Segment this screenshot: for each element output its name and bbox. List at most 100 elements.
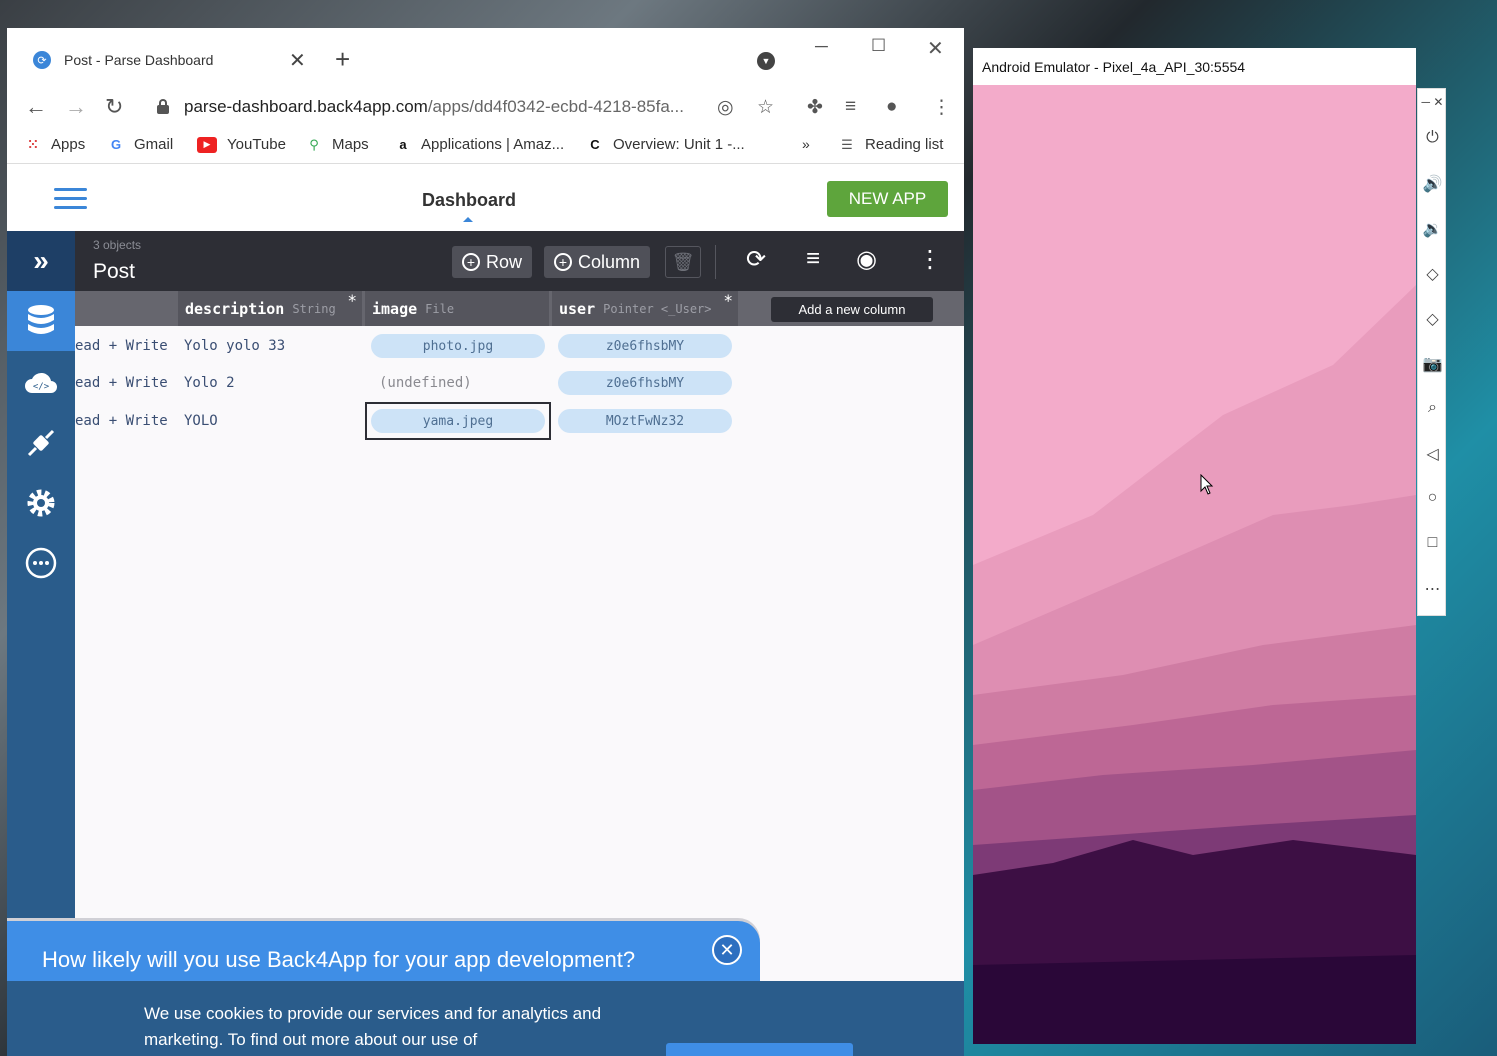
database-icon[interactable] xyxy=(7,291,75,351)
image-cell-selected[interactable]: yama.jpeg xyxy=(365,402,551,440)
more-dots-icon[interactable]: ⋯ xyxy=(1418,579,1447,599)
extensions-icon[interactable]: ✤ xyxy=(807,96,823,119)
toolbar-divider xyxy=(715,245,716,279)
add-new-column-button[interactable]: Add a new column xyxy=(771,297,933,322)
pointer-pill[interactable]: z0e6fhsbMY xyxy=(558,334,732,358)
pointer-pill[interactable]: MOztFwNz32 xyxy=(558,409,732,433)
page-title[interactable]: Dashboard xyxy=(422,190,516,211)
svg-text:</>: </> xyxy=(33,382,50,392)
overview-square-icon[interactable]: □ xyxy=(1418,534,1447,552)
volume-up-icon[interactable]: 🔊 xyxy=(1418,174,1447,194)
survey-banner: How likely will you use Back4App for you… xyxy=(7,921,760,981)
profile-avatar-icon[interactable]: ● xyxy=(886,96,897,118)
tab-strip: ⟳ Post - Parse Dashboard ✕ + ▼ ─ ☐ ✕ xyxy=(7,28,964,90)
emu-minimize-icon[interactable]: ─ ✕ xyxy=(1418,95,1447,109)
user-cell[interactable]: MOztFwNz32 xyxy=(558,402,738,440)
table-row: ead + Write Yolo yolo 33 photo.jpg z0e6f… xyxy=(75,327,964,365)
emulator-title: Android Emulator - Pixel_4a_API_30:5554 xyxy=(973,48,1416,85)
home-circle-icon[interactable]: ○ xyxy=(1418,489,1447,507)
settings-gear-icon[interactable] xyxy=(7,473,75,533)
hamburger-menu-icon[interactable] xyxy=(54,188,87,210)
bookmark-youtube[interactable]: ▶ YouTube xyxy=(197,136,286,153)
description-cell[interactable]: Yolo yolo 33 xyxy=(184,327,364,365)
filter-icon[interactable]: ≡ xyxy=(806,245,820,273)
table-row: ead + Write Yolo 2 (undefined) z0e6fhsbM… xyxy=(75,364,964,402)
bookmark-star-icon[interactable]: ☆ xyxy=(757,96,774,119)
more-options-icon[interactable] xyxy=(7,533,75,593)
rotate-right-icon[interactable]: ◇ xyxy=(1418,309,1447,329)
browser-window: ⟳ Post - Parse Dashboard ✕ + ▼ ─ ☐ ✕ ← →… xyxy=(7,28,964,1056)
emulator-screen[interactable] xyxy=(973,85,1416,1044)
reload-icon[interactable]: ↻ xyxy=(105,94,123,120)
browser-toolbar: 3 objects Post + Row + Column 🗑 ⟳ ≡ ◉ ⋮ xyxy=(75,231,964,291)
app-header: Dashboard NEW APP xyxy=(7,166,964,231)
cookie-text: We use cookies to provide our services a… xyxy=(144,1004,602,1049)
new-app-button[interactable]: NEW APP xyxy=(827,181,948,217)
class-name: Post xyxy=(93,260,136,283)
expand-sidebar-icon[interactable]: » xyxy=(7,231,75,291)
user-cell[interactable]: z0e6fhsbMY xyxy=(558,364,738,402)
wallpaper xyxy=(973,85,1416,1044)
bookmark-gmail[interactable]: G Gmail xyxy=(108,136,173,153)
column-header-user[interactable]: user Pointer <_User> * xyxy=(552,291,738,326)
apps-grid-icon: ⁙ xyxy=(27,136,39,152)
url-field[interactable]: parse-dashboard.back4app.com/apps/dd4f03… xyxy=(184,97,704,117)
bookmark-apps[interactable]: ⁙ Apps xyxy=(25,136,86,153)
power-icon[interactable]: ⏻ xyxy=(1418,129,1447,147)
acl-cell[interactable]: ead + Write xyxy=(75,364,175,402)
forward-icon[interactable]: → xyxy=(65,94,87,120)
back-icon[interactable]: ← xyxy=(25,94,47,120)
zoom-icon[interactable]: ⌕ xyxy=(1418,399,1447,417)
youtube-icon: ▶ xyxy=(197,136,217,153)
bookmark-overview[interactable]: C Overview: Unit 1 -... xyxy=(587,136,744,153)
image-cell[interactable]: photo.jpg xyxy=(371,327,551,365)
pointer-pill[interactable]: z0e6fhsbMY xyxy=(558,371,732,395)
back-triangle-icon[interactable]: ◁ xyxy=(1418,444,1447,464)
media-control-icon[interactable]: ≡ xyxy=(845,96,856,118)
plus-icon: + xyxy=(554,253,572,271)
more-menu-icon[interactable]: ⋮ xyxy=(918,245,942,274)
reading-list[interactable]: ☰ Reading list xyxy=(839,136,943,153)
grid-header: description String * image File user Poi… xyxy=(75,291,964,326)
eye-off-icon[interactable]: ◎ xyxy=(717,96,734,119)
delete-trash-icon[interactable]: 🗑 xyxy=(665,246,701,278)
user-cell[interactable]: z0e6fhsbMY xyxy=(558,327,738,365)
description-cell[interactable]: YOLO xyxy=(184,402,364,440)
lock-icon[interactable] xyxy=(157,99,169,114)
object-count: 3 objects xyxy=(93,238,142,252)
acl-cell[interactable]: ead + Write xyxy=(75,402,175,440)
browser-tab[interactable]: ⟳ Post - Parse Dashboard ✕ xyxy=(25,46,325,74)
description-cell[interactable]: Yolo 2 xyxy=(184,364,364,402)
close-survey-icon[interactable]: ✕ xyxy=(712,935,742,965)
column-header-description[interactable]: description String * xyxy=(178,291,362,326)
close-window-icon[interactable]: ✕ xyxy=(927,36,944,61)
rotate-left-icon[interactable]: ◇ xyxy=(1418,264,1447,284)
add-column-button[interactable]: + Column xyxy=(544,246,651,278)
active-indicator xyxy=(463,217,473,222)
chrome-menu-icon[interactable]: ⋮ xyxy=(932,96,951,119)
image-cell[interactable]: (undefined) xyxy=(371,364,551,402)
volume-down-icon[interactable]: 🔉 xyxy=(1418,219,1447,239)
maximize-icon[interactable]: ☐ xyxy=(871,36,886,56)
acl-cell[interactable]: ead + Write xyxy=(75,327,175,365)
add-row-button[interactable]: + Row xyxy=(452,246,533,278)
parse-favicon-icon: ⟳ xyxy=(33,51,51,69)
file-pill[interactable]: photo.jpg xyxy=(371,334,545,358)
bookmark-maps[interactable]: ⚲ Maps xyxy=(306,136,368,153)
cookie-accept-button[interactable] xyxy=(666,1043,853,1056)
plug-icon[interactable] xyxy=(7,413,75,473)
column-header-image[interactable]: image File xyxy=(365,291,549,326)
cookie-notice: We use cookies to provide our services a… xyxy=(7,981,964,1056)
tab-close-icon[interactable]: ✕ xyxy=(289,48,306,73)
minimize-icon[interactable]: ─ xyxy=(815,36,828,57)
file-pill[interactable]: yama.jpeg xyxy=(371,409,545,433)
bookmark-amazon[interactable]: a Applications | Amaz... xyxy=(395,136,564,153)
visibility-eye-icon[interactable]: ◉ xyxy=(856,245,877,274)
camera-icon[interactable]: 📷 xyxy=(1418,354,1447,374)
new-tab-icon[interactable]: + xyxy=(335,44,350,75)
refresh-icon[interactable]: ⟳ xyxy=(746,245,766,274)
cloud-code-icon[interactable]: </> xyxy=(7,353,75,413)
maps-pin-icon: ⚲ xyxy=(309,136,319,152)
tab-search-icon[interactable]: ▼ xyxy=(757,52,775,70)
bookmarks-more[interactable]: » xyxy=(802,136,810,152)
